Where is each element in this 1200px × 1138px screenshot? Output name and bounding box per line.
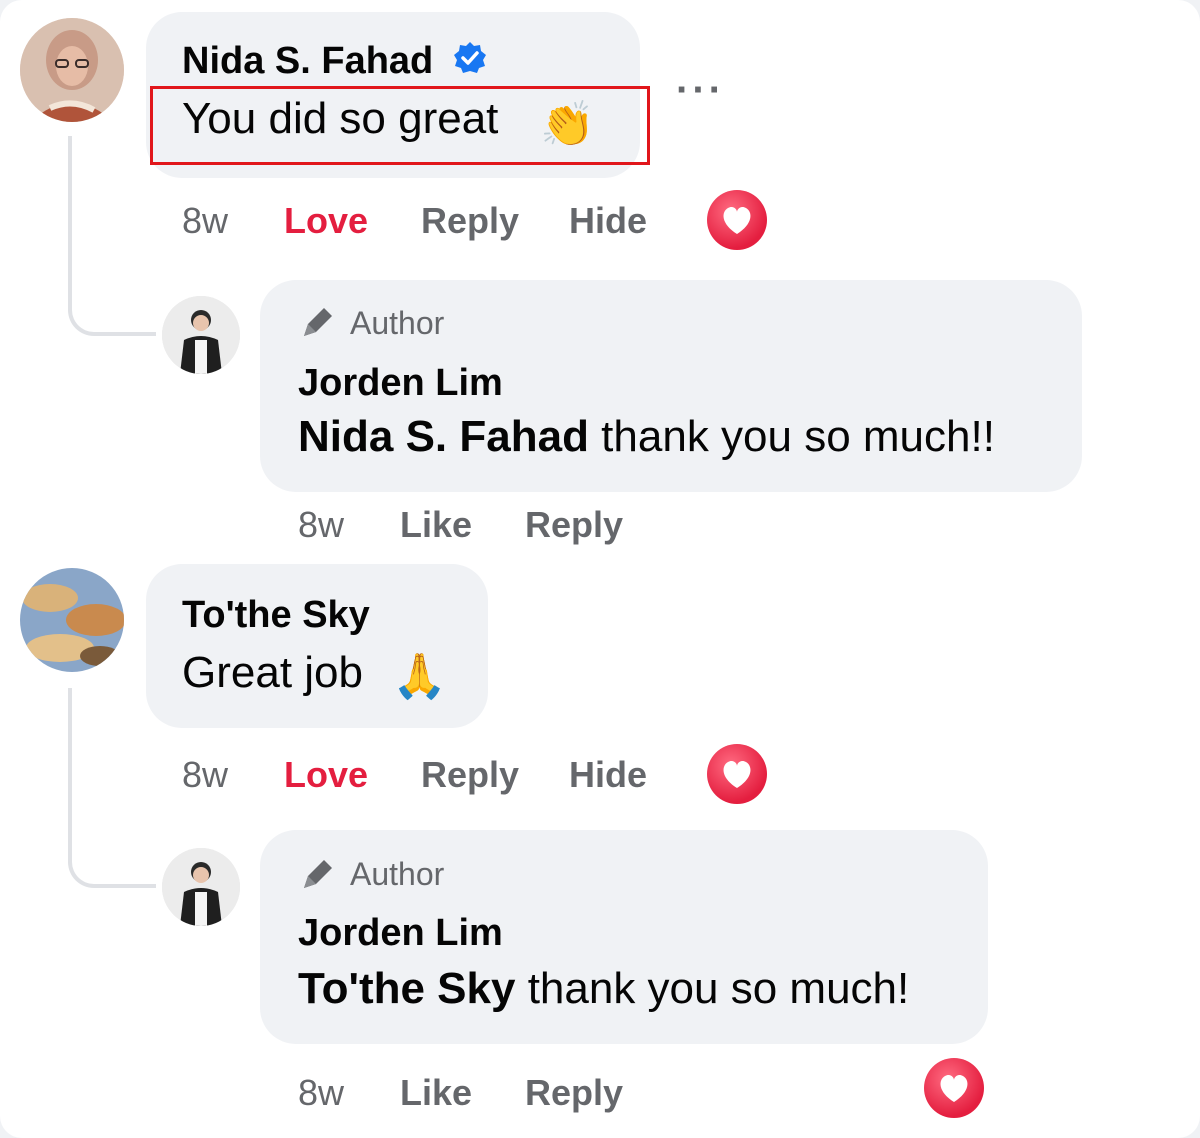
- reply-author-name[interactable]: Jorden Lim: [298, 912, 503, 955]
- verified-badge-icon: [452, 40, 488, 76]
- like-button[interactable]: Like: [400, 504, 472, 546]
- clapping-hands-emoji: 👏: [540, 100, 595, 149]
- pen-author-icon: [298, 854, 338, 894]
- comment-text: Great job: [182, 648, 363, 697]
- reply-message: thank you so much!: [515, 964, 910, 1013]
- reply-button[interactable]: Reply: [421, 200, 519, 242]
- avatar-image: [20, 568, 124, 672]
- avatar-jorden[interactable]: [162, 296, 240, 374]
- author-badge-label: Author: [350, 305, 445, 341]
- comment-text: You did so great: [182, 94, 499, 143]
- mention-link[interactable]: Nida S. Fahad: [298, 412, 589, 461]
- mention-link[interactable]: To'the Sky: [298, 964, 515, 1013]
- reply-button[interactable]: Reply: [525, 504, 623, 546]
- love-reaction-icon[interactable]: [707, 190, 767, 250]
- avatar-to-the-sky[interactable]: [20, 568, 124, 672]
- reply-message: thank you so much!!: [588, 412, 995, 461]
- reply-author-name[interactable]: Jorden Lim: [298, 362, 503, 405]
- avatar-image: [20, 18, 124, 122]
- folded-hands-emoji: 🙏: [392, 652, 447, 701]
- thread-connector: [68, 136, 156, 336]
- comment-author-name[interactable]: Nida S. Fahad: [182, 40, 433, 83]
- hide-button[interactable]: Hide: [569, 754, 647, 796]
- reply-text: To'the Sky thank you so much!: [298, 964, 909, 1014]
- comment-time[interactable]: 8w: [182, 200, 228, 242]
- more-options-icon[interactable]: ···: [676, 68, 725, 113]
- pen-author-icon: [298, 302, 338, 342]
- reply-time[interactable]: 8w: [298, 504, 344, 546]
- reply-time[interactable]: 8w: [298, 1072, 344, 1114]
- love-reaction-icon[interactable]: [707, 744, 767, 804]
- author-badge-label: Author: [350, 856, 445, 892]
- comment-author-name[interactable]: To'the Sky: [182, 594, 370, 637]
- comment-bubble: [146, 564, 488, 728]
- reply-text: Nida S. Fahad thank you so much!!: [298, 412, 995, 462]
- reply-button[interactable]: Reply: [525, 1072, 623, 1114]
- love-reaction-icon[interactable]: [924, 1058, 984, 1118]
- reply-button[interactable]: Reply: [421, 754, 519, 796]
- love-reaction-button[interactable]: Love: [284, 200, 368, 242]
- avatar-image: [162, 848, 240, 926]
- avatar-nida[interactable]: [20, 18, 124, 122]
- avatar-jorden[interactable]: [162, 848, 240, 926]
- like-button[interactable]: Like: [400, 1072, 472, 1114]
- avatar-image: [162, 296, 240, 374]
- comments-panel: Nida S. Fahad You did so great 👏 ··· 8w …: [0, 0, 1200, 1138]
- hide-button[interactable]: Hide: [569, 200, 647, 242]
- comment-time[interactable]: 8w: [182, 754, 228, 796]
- love-reaction-button[interactable]: Love: [284, 754, 368, 796]
- thread-connector: [68, 688, 156, 888]
